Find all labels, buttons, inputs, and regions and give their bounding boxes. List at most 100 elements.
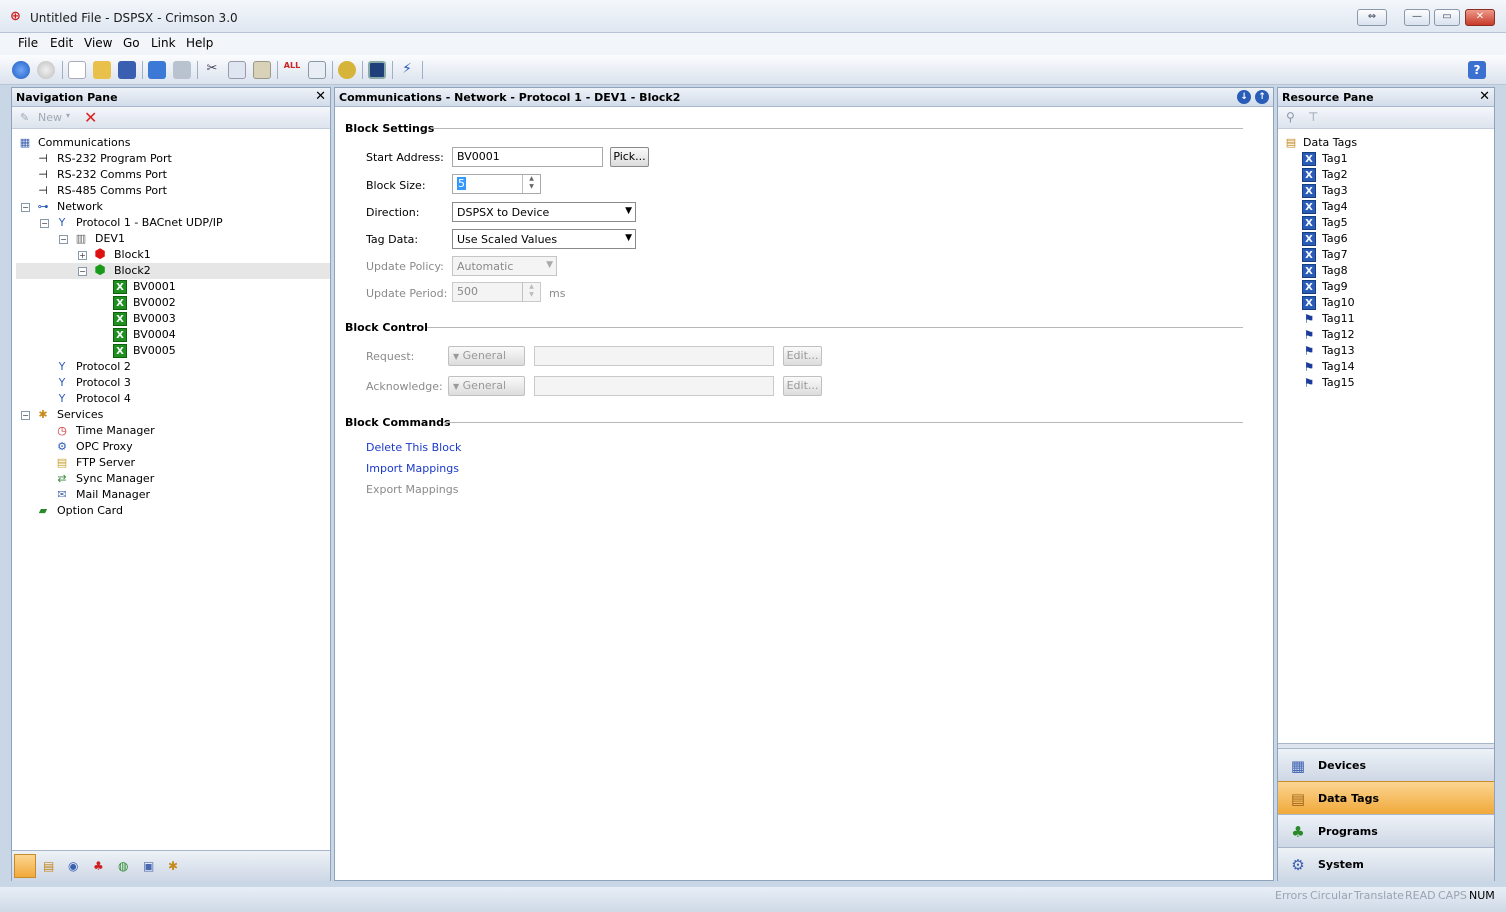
request-edit-button[interactable]: Edit... (783, 346, 822, 366)
pick-button[interactable]: Pick... (610, 147, 649, 167)
tree-item-sync-manager[interactable]: ⇄ Sync Manager (16, 471, 326, 487)
tree-item-block1[interactable]: + ⬢ Block1 (16, 247, 326, 263)
tree-item-network[interactable]: − ⊶ Network (16, 199, 326, 215)
request-mode-button[interactable]: ▼ General (448, 346, 525, 366)
export-mappings-link[interactable]: Export Mappings (366, 483, 458, 496)
tag-item[interactable]: X Tag9 (1282, 279, 1490, 295)
programs-category-icon[interactable]: ♣ (93, 859, 107, 873)
tree-item-services[interactable]: − ✱ Services (16, 407, 326, 423)
tree-item-protocol-2[interactable]: Y Protocol 2 (16, 359, 326, 375)
acknowledge-field[interactable] (534, 376, 774, 396)
monitor-icon[interactable] (368, 61, 386, 79)
spinner-icon[interactable]: ▲ ▼ (522, 283, 540, 301)
link-icon-button[interactable]: ⇔ (1357, 9, 1387, 26)
delete-icon[interactable]: ✕ (84, 108, 97, 127)
tag-item[interactable]: ⚑ Tag14 (1282, 359, 1490, 375)
tag-item[interactable]: X Tag10 (1282, 295, 1490, 311)
tag-item[interactable]: ⚑ Tag11 (1282, 311, 1490, 327)
tree-item-option-card[interactable]: ▰ Option Card (16, 503, 326, 519)
wand-icon[interactable]: ⚡ (398, 61, 416, 79)
request-field[interactable] (534, 346, 774, 366)
tree-item-block2[interactable]: − ⬢ Block2 (16, 263, 330, 279)
import-mappings-link[interactable]: Import Mappings (366, 462, 459, 475)
close-icon[interactable]: ✕ (1479, 90, 1490, 104)
new-button[interactable]: New (38, 111, 62, 124)
redo-icon[interactable] (173, 61, 191, 79)
logging-category-icon[interactable]: ▣ (143, 859, 157, 873)
web-category-icon[interactable]: ◍ (118, 859, 132, 873)
menu-help[interactable]: Help (186, 36, 213, 50)
services-category-icon[interactable]: ✱ (168, 859, 182, 873)
tree-item-dev1[interactable]: − ▥ DEV1 (16, 231, 326, 247)
tag-item[interactable]: X Tag6 (1282, 231, 1490, 247)
close-button[interactable]: ✕ (1465, 9, 1495, 26)
tree-item-communications[interactable]: ▦ Communications (16, 135, 326, 151)
collapse-icon[interactable]: − (21, 203, 30, 212)
collapse-icon[interactable]: − (78, 267, 87, 276)
tree-item-bv0003[interactable]: X BV0003 (16, 311, 326, 327)
communications-category-icon[interactable] (14, 854, 36, 878)
delete-block-link[interactable]: Delete This Block (366, 441, 461, 454)
block-size-field[interactable]: 5 ▲ ▼ (452, 174, 541, 194)
direction-select[interactable]: DSPSX to Device ▼ (452, 202, 636, 222)
cut-icon[interactable]: ✂ (203, 61, 221, 79)
tag-item[interactable]: X Tag3 (1282, 183, 1490, 199)
display-category-icon[interactable]: ◉ (68, 859, 82, 873)
menu-link[interactable]: Link (151, 36, 176, 50)
tag-item[interactable]: ⚑ Tag12 (1282, 327, 1490, 343)
menu-file[interactable]: File (18, 36, 38, 50)
tree-item-rs485-comms-port[interactable]: ⊣ RS-485 Comms Port (16, 183, 326, 199)
tree-item-data-tags[interactable]: ▤ Data Tags (1282, 135, 1490, 151)
acknowledge-mode-button[interactable]: ▼ General (448, 376, 525, 396)
minimize-button[interactable]: — (1404, 9, 1430, 26)
update-policy-select[interactable]: Automatic ▼ (452, 256, 557, 276)
tree-item-bv0001[interactable]: X BV0001 (16, 279, 326, 295)
menu-go[interactable]: Go (123, 36, 140, 50)
expand-icon[interactable]: + (78, 251, 87, 260)
link-settings-icon[interactable] (338, 61, 356, 79)
tag-item[interactable]: X Tag4 (1282, 199, 1490, 215)
find-all-icon[interactable]: ALL (283, 61, 301, 79)
collapse-icon[interactable]: − (59, 235, 68, 244)
spinner-icon[interactable]: ▲ ▼ (522, 175, 540, 193)
tag-item[interactable]: ⚑ Tag15 (1282, 375, 1490, 391)
tag-item[interactable]: X Tag2 (1282, 167, 1490, 183)
tree-item-bv0005[interactable]: X BV0005 (16, 343, 326, 359)
menu-edit[interactable]: Edit (50, 36, 73, 50)
new-file-icon[interactable] (68, 61, 86, 79)
back-icon[interactable] (12, 61, 30, 79)
undo-icon[interactable] (148, 61, 166, 79)
category-data-tags[interactable]: ▤ Data Tags (1278, 781, 1494, 814)
data-tags-category-icon[interactable]: ▤ (43, 859, 57, 873)
collapse-icon[interactable]: − (40, 219, 49, 228)
tree-item-opc-proxy[interactable]: ⚙ OPC Proxy (16, 439, 326, 455)
tree-item-time-manager[interactable]: ◷ Time Manager (16, 423, 326, 439)
paste-icon[interactable] (253, 61, 271, 79)
tag-item[interactable]: ⚑ Tag13 (1282, 343, 1490, 359)
help-icon[interactable]: ? (1468, 61, 1486, 79)
tree-item-mail-manager[interactable]: ✉ Mail Manager (16, 487, 326, 503)
start-address-field[interactable]: BV0001 (452, 147, 603, 167)
tree-item-bv0004[interactable]: X BV0004 (16, 327, 326, 343)
tree-item-rs232-program-port[interactable]: ⊣ RS-232 Program Port (16, 151, 326, 167)
collapse-icon[interactable]: − (21, 411, 30, 420)
close-icon[interactable]: ✕ (315, 90, 326, 104)
search-icon[interactable]: ⚲ (1286, 110, 1295, 124)
tree-item-protocol-1[interactable]: − Y Protocol 1 - BACnet UDP/IP (16, 215, 326, 231)
menu-view[interactable]: View (84, 36, 112, 50)
tree-item-protocol-3[interactable]: Y Protocol 3 (16, 375, 326, 391)
save-icon[interactable] (118, 61, 136, 79)
category-programs[interactable]: ♣ Programs (1278, 814, 1494, 847)
forward-icon[interactable] (37, 61, 55, 79)
find-icon[interactable] (308, 61, 326, 79)
tag-data-select[interactable]: Use Scaled Values ▼ (452, 229, 636, 249)
category-system[interactable]: ⚙ System (1278, 847, 1494, 881)
open-folder-icon[interactable] (93, 61, 111, 79)
tree-item-rs232-comms-port[interactable]: ⊣ RS-232 Comms Port (16, 167, 326, 183)
tag-item[interactable]: X Tag5 (1282, 215, 1490, 231)
tree-item-protocol-4[interactable]: Y Protocol 4 (16, 391, 326, 407)
acknowledge-edit-button[interactable]: Edit... (783, 376, 822, 396)
maximize-button[interactable]: ▭ (1434, 9, 1460, 26)
category-devices[interactable]: ▦ Devices (1278, 748, 1494, 781)
update-period-field[interactable]: 500 ▲ ▼ (452, 282, 541, 302)
